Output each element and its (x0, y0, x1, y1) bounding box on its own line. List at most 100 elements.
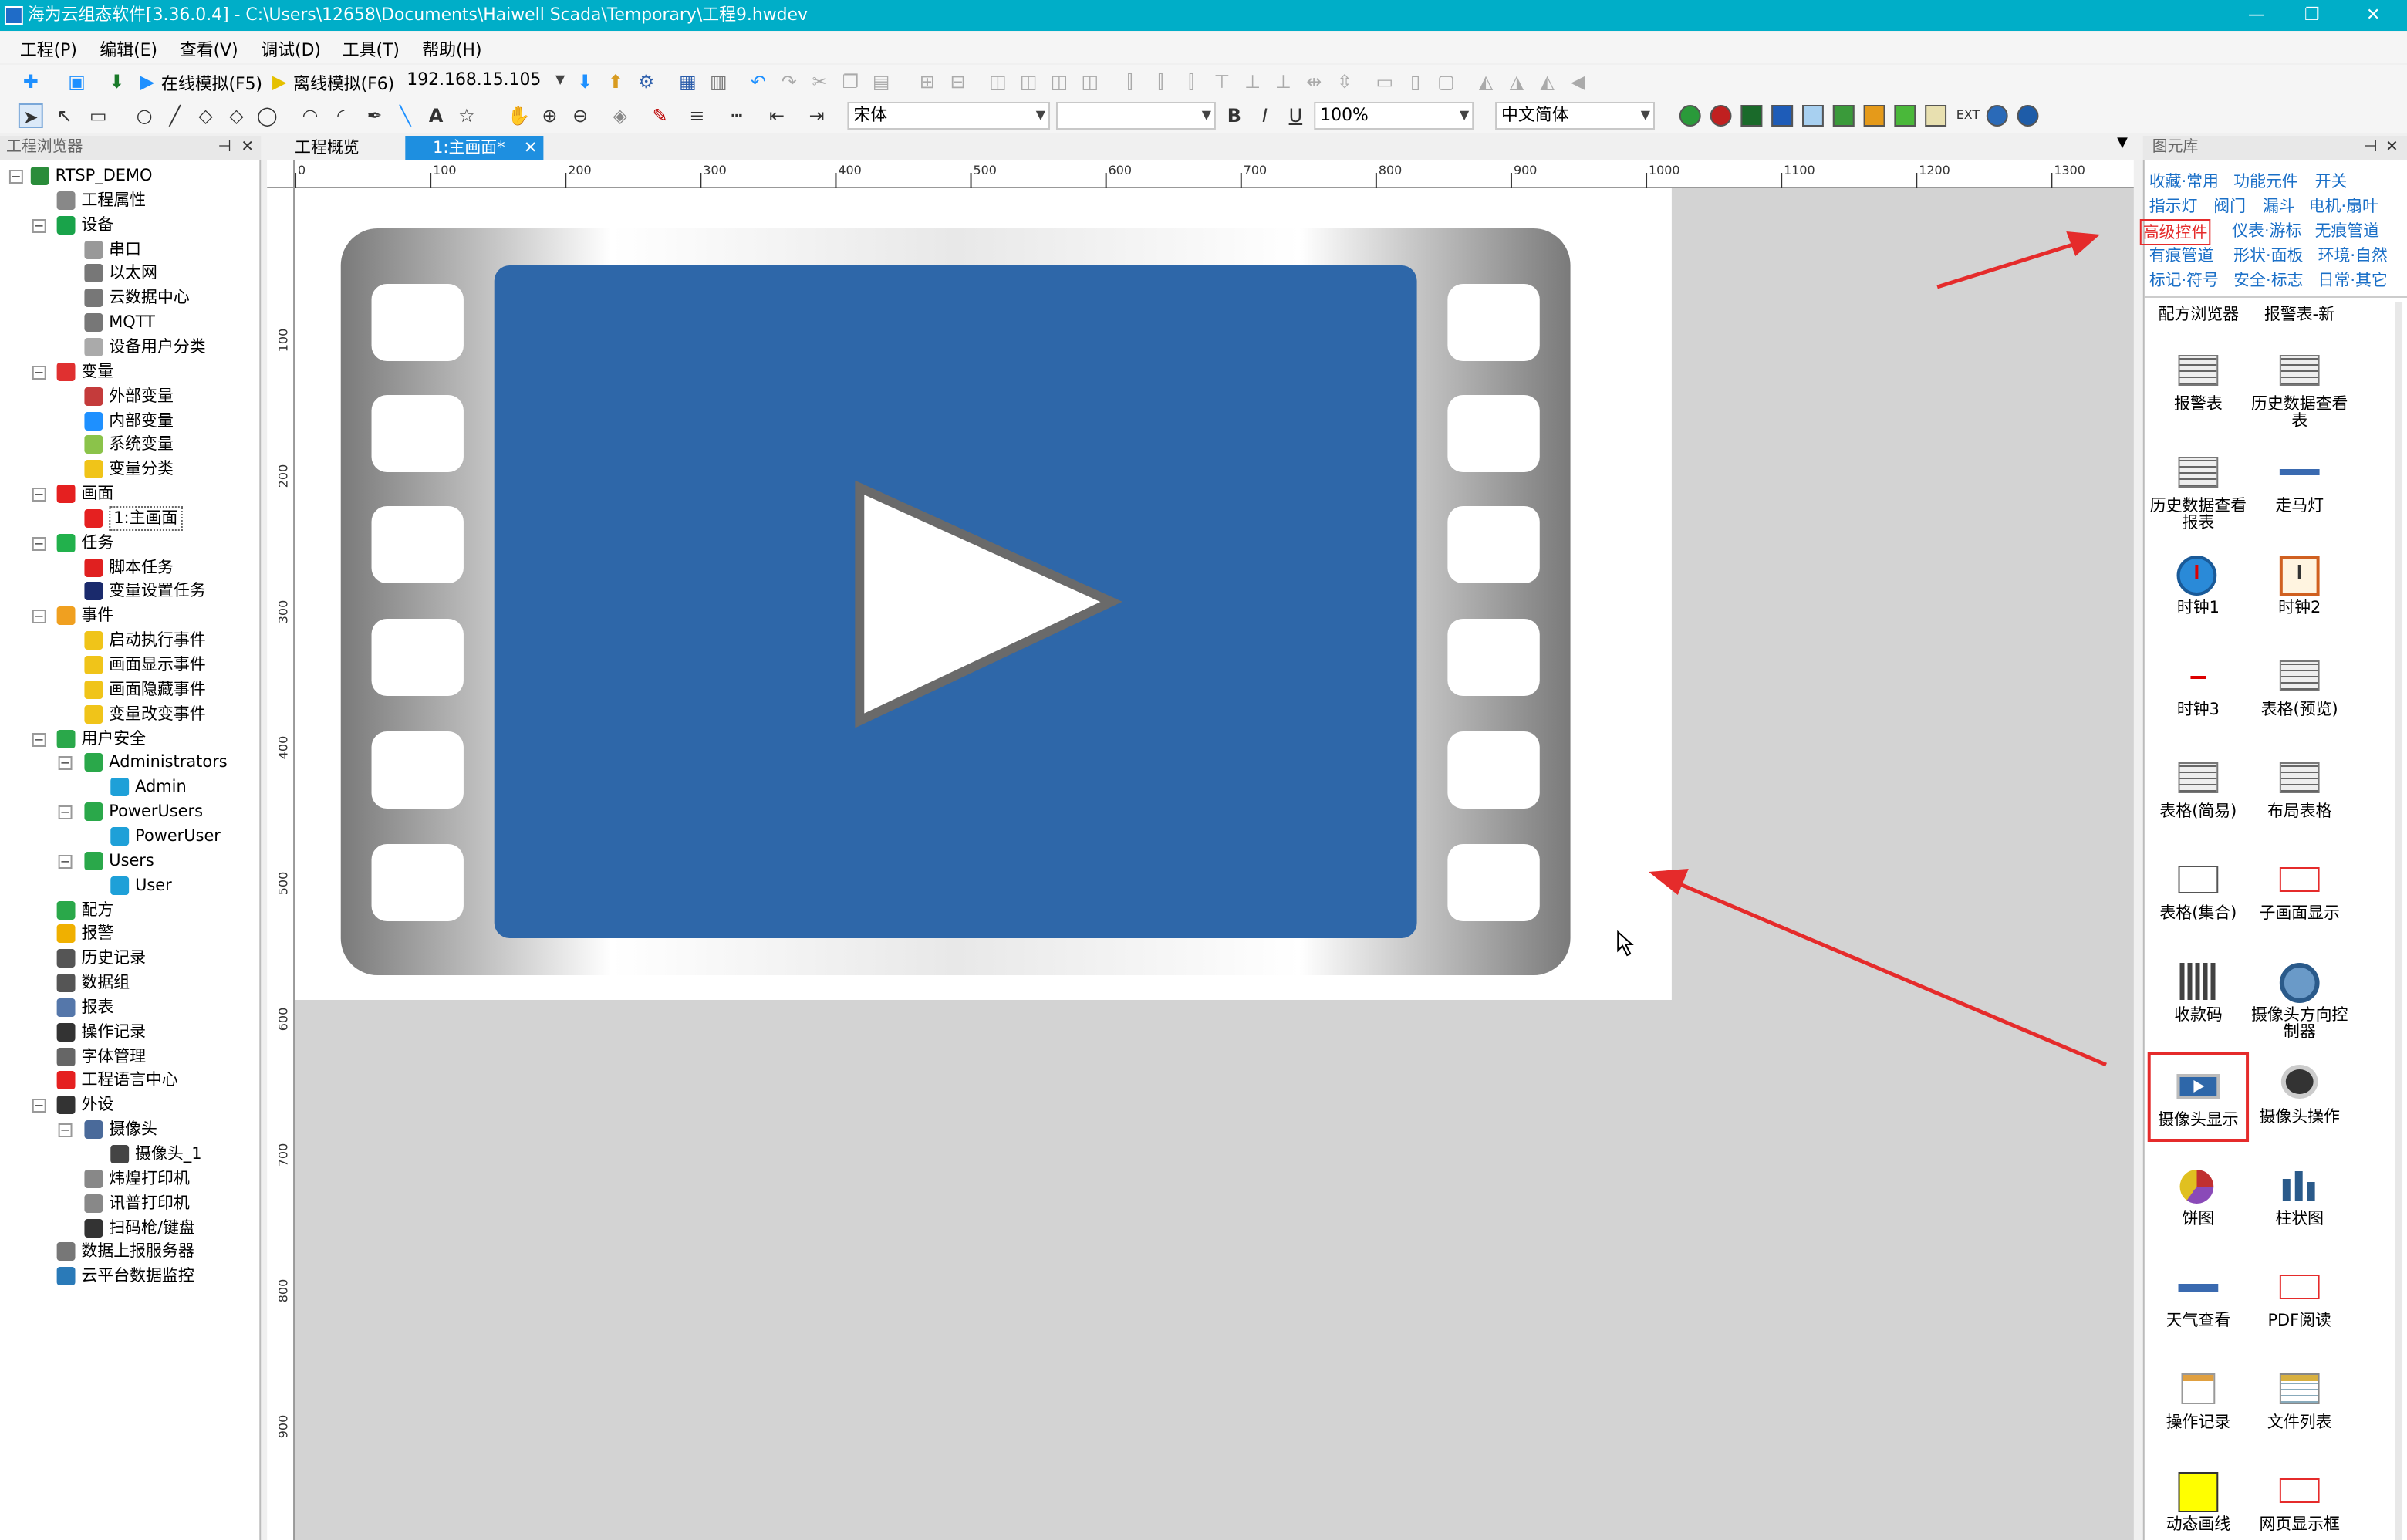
component-item[interactable]: 表格(简易) (2148, 759, 2249, 821)
bold-button[interactable]: B (1222, 103, 1247, 128)
component-item[interactable]: 子画面显示 (2249, 861, 2350, 923)
upload-icon[interactable]: ⬆ (603, 69, 628, 94)
category-tab[interactable]: 安全·标志 (2233, 268, 2303, 292)
tree-item[interactable]: 工程属性 (0, 188, 258, 213)
tree-toggle[interactable]: − (32, 218, 46, 233)
offline-sim-icon[interactable]: ▶ (267, 69, 292, 94)
component-item[interactable]: 柱状图 (2249, 1167, 2350, 1228)
underline-button[interactable]: U (1283, 103, 1308, 128)
align-right-icon[interactable]: ⫿ (1148, 69, 1173, 94)
diamond-tool-icon[interactable]: ◇ (194, 103, 218, 128)
pen-tool-icon[interactable]: ✒ (363, 103, 387, 128)
ungroup-icon[interactable]: ⊟ (946, 69, 971, 94)
tree-item[interactable]: 配方 (0, 897, 258, 922)
group-icon[interactable]: ⊞ (915, 69, 940, 94)
download-icon[interactable]: ⬇ (104, 69, 129, 94)
category-tab[interactable]: 阀门 (2213, 194, 2246, 218)
monitor-icon[interactable]: ▥ (706, 69, 731, 94)
tree-item[interactable]: 以太网 (0, 262, 258, 286)
tree-toggle[interactable]: − (58, 805, 73, 820)
tree-item[interactable]: MQTT (0, 310, 258, 335)
tree-item[interactable]: 扫码枪/键盘 (0, 1215, 258, 1240)
component-item[interactable]: 饼图 (2148, 1167, 2249, 1228)
tree-toggle[interactable]: − (32, 365, 46, 380)
category-tab[interactable]: 无痕管道 (2315, 219, 2380, 242)
tree-toggle[interactable]: − (32, 536, 46, 551)
tree-item[interactable]: 启动执行事件 (0, 628, 258, 653)
align-middle-icon[interactable]: ⊥ (1271, 69, 1296, 94)
font-size-select[interactable]: ▼ (1055, 102, 1216, 130)
component-item[interactable]: 网页显示框 (2249, 1472, 2350, 1534)
online-sim-icon[interactable]: ▶ (135, 69, 160, 94)
tree-toggle[interactable]: − (58, 1123, 73, 1138)
tree-toggle[interactable]: − (32, 732, 46, 747)
tab-main-screen[interactable]: 1:主画面* ✕ (405, 136, 544, 160)
component-item[interactable]: 操作记录 (2148, 1370, 2249, 1432)
bring-front-icon[interactable]: ◫ (985, 69, 1010, 94)
tree-item[interactable]: User (0, 873, 258, 897)
lime-square-icon[interactable] (1894, 105, 1916, 127)
tree-item[interactable]: 讯普打印机 (0, 1190, 258, 1215)
zoom-out-icon[interactable]: ⊖ (568, 103, 592, 128)
tree-item[interactable]: 数据上报服务器 (0, 1240, 258, 1265)
category-tab[interactable]: 开关 (2315, 170, 2348, 193)
backward-icon[interactable]: ◫ (1078, 69, 1102, 94)
screen-page[interactable] (295, 188, 1672, 1000)
category-tab[interactable]: 指示灯 (2149, 194, 2198, 218)
component-item[interactable]: 动态画线 (2148, 1472, 2249, 1534)
ip-select[interactable]: 192.168.15.105 ▼ (402, 68, 568, 96)
same-size-icon[interactable]: ▢ (1433, 69, 1458, 94)
tabs-dropdown-icon[interactable]: ▼ (2117, 136, 2128, 151)
mirror-icon[interactable]: ◭ (1535, 69, 1560, 94)
screen-icon[interactable]: ▦ (676, 69, 700, 94)
tree-item[interactable]: 报警 (0, 922, 258, 947)
send-back-icon[interactable]: ◫ (1016, 69, 1041, 94)
tree-item[interactable]: 串口 (0, 237, 258, 262)
alarm-table-new-item[interactable]: 报警表-新 (2264, 302, 2334, 326)
line-width-icon[interactable]: ≡ (684, 103, 709, 128)
forward-icon[interactable]: ◫ (1047, 69, 1072, 94)
category-tab[interactable]: 电机·扇叶 (2309, 194, 2378, 218)
pin-icon[interactable]: ⊣ (218, 136, 231, 160)
design-canvas[interactable] (295, 188, 2134, 1540)
component-item[interactable]: 表格(集合) (2148, 861, 2249, 923)
tree-toggle[interactable]: − (32, 1099, 46, 1113)
same-width-icon[interactable]: ▭ (1372, 69, 1397, 94)
compile-icon[interactable]: ⚙ (634, 69, 659, 94)
line-color-icon[interactable]: ✎ (648, 103, 673, 128)
tree-item[interactable]: 内部变量 (0, 408, 258, 433)
font-family-select[interactable]: 宋体 ▼ (847, 102, 1051, 130)
category-tab[interactable]: 收藏·常用 (2149, 170, 2219, 193)
green-circle-icon[interactable] (1679, 105, 1701, 127)
tree-item[interactable]: 云数据中心 (0, 286, 258, 311)
component-item[interactable]: 摄像头方向控制器 (2249, 963, 2350, 1042)
component-item[interactable]: 布局表格 (2249, 759, 2350, 821)
tree-item[interactable]: 变量分类 (0, 457, 258, 481)
dark-green-square-icon[interactable] (1740, 105, 1763, 127)
tree-toggle[interactable]: − (58, 854, 73, 869)
tree-item[interactable]: − PowerUsers (0, 799, 258, 824)
component-item[interactable]: 时钟1 (2148, 556, 2249, 617)
tree-toggle[interactable]: − (8, 170, 23, 184)
circle-tool-icon[interactable]: ◯ (255, 103, 279, 128)
distribute-v-icon[interactable]: ⇳ (1332, 69, 1357, 94)
rotate-icon[interactable]: ◮ (1504, 69, 1529, 94)
tree-item[interactable]: 历史记录 (0, 946, 258, 971)
green-bar-icon[interactable] (1832, 105, 1855, 127)
tree-item[interactable]: − 设备 (0, 212, 258, 237)
panel-close-icon[interactable]: ✕ (2385, 136, 2399, 160)
star-tool-icon[interactable]: ☆ (454, 103, 479, 128)
component-item[interactable]: 天气查看 (2148, 1268, 2249, 1330)
direct-select-icon[interactable]: ↖ (52, 103, 77, 128)
image-icon[interactable] (1925, 105, 1947, 127)
italic-button[interactable]: I (1253, 103, 1278, 128)
category-tab[interactable]: 漏斗 (2263, 194, 2295, 218)
tree-item[interactable]: Admin (0, 775, 258, 800)
panel-close-icon[interactable]: ✕ (241, 136, 254, 160)
line-tool-icon[interactable]: ╱ (163, 103, 187, 128)
redo-icon[interactable]: ↷ (777, 69, 802, 94)
same-height-icon[interactable]: ▯ (1403, 69, 1428, 94)
tree-item[interactable]: 系统变量 (0, 433, 258, 458)
menu-tools[interactable]: 工具(T) (343, 37, 400, 62)
tree-item[interactable]: 画面隐藏事件 (0, 677, 258, 702)
